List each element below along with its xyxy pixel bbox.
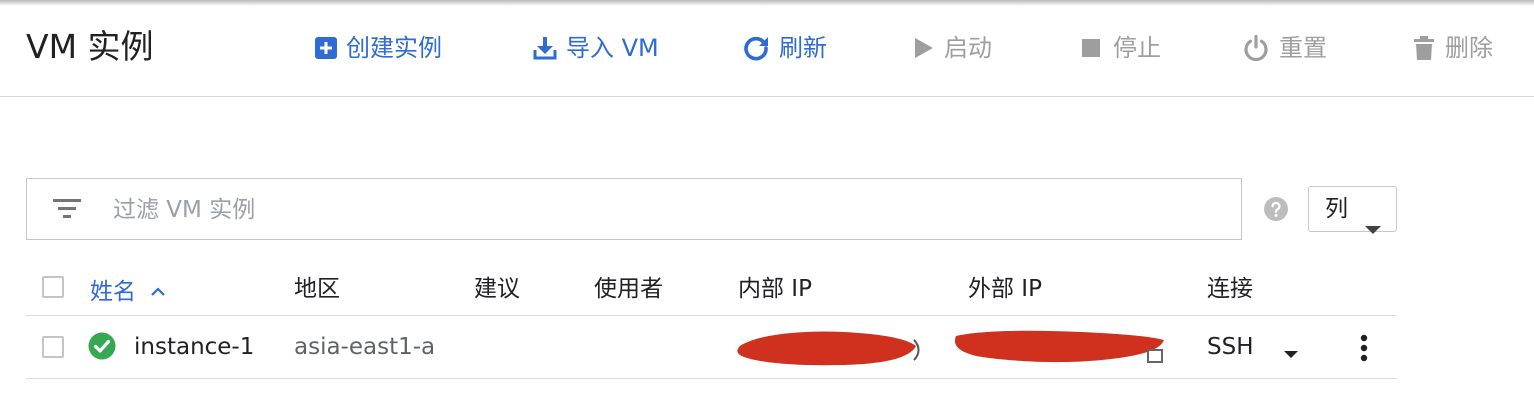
- column-header-name[interactable]: 姓名: [90, 274, 166, 307]
- import-vm-button[interactable]: 导入 VM: [533, 30, 659, 66]
- row-checkbox[interactable]: [42, 336, 64, 358]
- refresh-icon: [742, 34, 770, 62]
- ssh-connect-button[interactable]: SSH: [1207, 331, 1254, 363]
- create-instance-button[interactable]: 创建实例: [315, 30, 442, 66]
- reset-button[interactable]: 重置: [1242, 30, 1327, 66]
- dropdown-caret-icon: [1365, 206, 1381, 250]
- instance-zone: asia-east1-a: [294, 334, 436, 360]
- start-button[interactable]: 启动: [913, 30, 992, 66]
- create-instance-label: 创建实例: [346, 34, 442, 62]
- table-row: instance-1 asia-east1-a SSH: [26, 316, 1397, 379]
- instance-name-link[interactable]: instance-1: [134, 331, 254, 363]
- stop-icon: [1080, 36, 1104, 60]
- refresh-label: 刷新: [779, 34, 827, 62]
- page-title: VM 实例: [26, 27, 154, 66]
- import-vm-label: 导入 VM: [566, 34, 659, 62]
- column-header-in-use-by[interactable]: 使用者: [594, 274, 663, 304]
- column-header-name-label: 姓名: [90, 279, 136, 305]
- column-header-recommendation[interactable]: 建议: [474, 274, 520, 304]
- more-vert-icon[interactable]: [1360, 334, 1368, 366]
- column-header-connect[interactable]: 连接: [1207, 274, 1253, 304]
- start-label: 启动: [944, 34, 992, 62]
- download-icon: [533, 36, 557, 60]
- trash-icon: [1412, 35, 1436, 61]
- sort-ascending-icon: [151, 274, 166, 304]
- column-header-external-ip[interactable]: 外部 IP: [968, 274, 1042, 304]
- delete-label: 删除: [1445, 34, 1493, 62]
- select-all-checkbox[interactable]: [42, 276, 64, 298]
- filter-box: [26, 178, 1242, 240]
- power-icon: [1242, 34, 1270, 62]
- stop-label: 停止: [1113, 34, 1161, 62]
- help-icon[interactable]: [1264, 197, 1288, 225]
- column-header-zone[interactable]: 地区: [294, 274, 340, 304]
- toolbar: VM 实例 创建实例 导入 VM 刷新 启动 停止 重置 删除: [0, 0, 1534, 97]
- delete-button[interactable]: 删除: [1412, 30, 1493, 66]
- columns-label: 列: [1325, 196, 1348, 222]
- reset-label: 重置: [1279, 34, 1327, 62]
- column-header-internal-ip[interactable]: 内部 IP: [738, 274, 812, 304]
- filter-input[interactable]: [111, 189, 1215, 231]
- stop-button[interactable]: 停止: [1080, 30, 1161, 66]
- table-header: 姓名 地区 建议 使用者 内部 IP 外部 IP 连接: [26, 262, 1397, 316]
- ssh-dropdown-caret-icon[interactable]: [1284, 344, 1298, 363]
- filter-list-icon: [53, 198, 81, 224]
- add-box-icon: [315, 36, 337, 60]
- status-running-icon: [88, 332, 116, 364]
- refresh-button[interactable]: 刷新: [742, 30, 827, 66]
- redacted-external-ip: [952, 322, 1172, 374]
- columns-dropdown-button[interactable]: 列: [1308, 186, 1397, 234]
- redacted-internal-ip: [734, 324, 922, 374]
- play-icon: [913, 36, 935, 60]
